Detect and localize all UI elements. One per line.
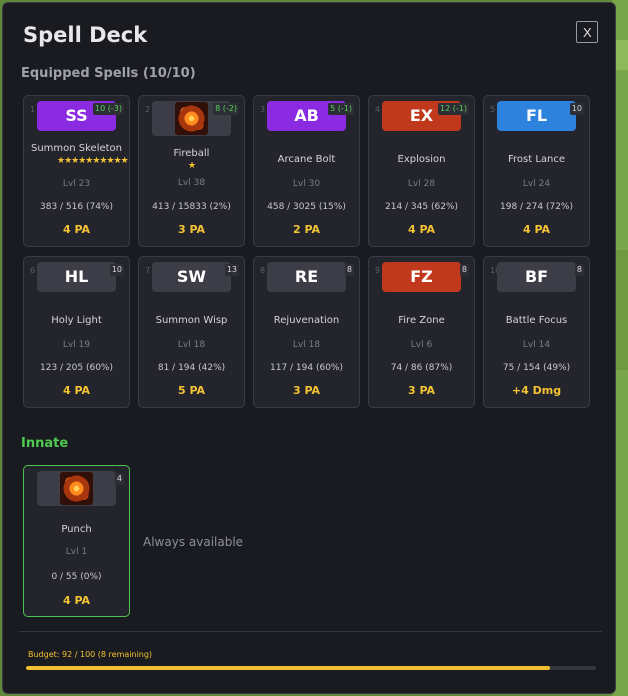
spell-card-explosion[interactable]: 4 EX 12 (-1) Explosion Lvl 28 214 / 345 (62%)… — [368, 95, 475, 247]
fireball-icon-art — [175, 102, 208, 135]
spell-xp: 198 / 274 (72%) — [500, 202, 573, 212]
spell-pa: 4 PA — [62, 223, 91, 236]
spell-level: Lvl 18 — [177, 340, 206, 350]
spell-icon-bf: BF — [497, 262, 576, 292]
spell-xp: 117 / 194 (60%) — [270, 363, 343, 373]
spell-name: Holy Light — [51, 315, 102, 326]
spell-name: Fire Zone — [398, 315, 445, 326]
spell-icon-fl: FL — [497, 101, 576, 131]
spell-xp: 214 / 345 (62%) — [385, 202, 458, 212]
spell-level: Lvl 1 — [65, 547, 88, 557]
cost-badge: 8 — [344, 264, 354, 276]
cost-badge: 10 — [109, 264, 124, 276]
punch-icon-art — [60, 472, 93, 505]
spell-icon-sw: SW — [152, 262, 231, 292]
cost-badge: 13 — [224, 264, 239, 276]
cost-badge: 12 (-1) — [438, 103, 469, 115]
innate-heading: Innate — [21, 436, 69, 451]
spell-xp: 413 / 15833 (2%) — [152, 202, 231, 212]
budget-bar — [26, 666, 596, 670]
spell-level: Lvl 14 — [522, 340, 551, 350]
cost-badge: 8 — [574, 264, 584, 276]
cost-badge: 10 — [569, 103, 584, 115]
spell-name: Summon Wisp — [155, 315, 228, 326]
cost-badge: 4 — [114, 473, 124, 485]
spell-pa: 4 PA — [62, 594, 91, 607]
slot-number: 4 — [375, 105, 381, 114]
spell-xp: 0 / 55 (0%) — [51, 572, 102, 582]
cost-badge: 5 (-1) — [328, 103, 354, 115]
spell-name: Arcane Bolt — [277, 154, 336, 165]
spell-card-fireball[interactable]: 2 8 (-2) Fireball ★ Lvl 38 413 / 15833 (2%) 3 … — [138, 95, 245, 247]
spell-icon-hl: HL — [37, 262, 116, 292]
spell-pa: 3 PA — [407, 384, 436, 397]
punch-icon — [37, 471, 116, 506]
spell-level: Lvl 19 — [62, 340, 91, 350]
spell-level: Lvl 18 — [292, 340, 321, 350]
spell-card-fire-zone[interactable]: 9 FZ 8 Fire Zone Lvl 6 74 / 86 (87%) 3 PA — [368, 256, 475, 408]
slot-number: 2 — [145, 105, 151, 114]
close-button[interactable]: X — [576, 21, 598, 43]
background-grass — [614, 40, 628, 70]
spell-name: Explosion — [397, 154, 446, 165]
slot-number: 3 — [260, 105, 266, 114]
spell-name: Rejuvenation — [273, 315, 340, 326]
spell-card-punch[interactable]: 4 Punch Lvl 1 0 / 55 (0%) 4 PA — [23, 465, 130, 617]
cost-badge: 8 (-2) — [213, 103, 239, 115]
spell-pa: 2 PA — [292, 223, 321, 236]
slot-number: 7 — [145, 266, 151, 275]
dialog-title: Spell Deck — [23, 23, 148, 47]
spell-xp: 458 / 3025 (15%) — [267, 202, 346, 212]
slot-number: 1 — [30, 105, 36, 114]
spell-name: Punch — [61, 524, 92, 535]
spell-xp: 74 / 86 (87%) — [390, 363, 453, 373]
slot-number: 8 — [260, 266, 266, 275]
spell-card-frost-lance[interactable]: 5 FL 10 Frost Lance Lvl 24 198 / 274 (72%) 4 P… — [483, 95, 590, 247]
spell-card-rejuvenation[interactable]: 8 RE 8 Rejuvenation Lvl 18 117 / 194 (60%) 3 P… — [253, 256, 360, 408]
spell-xp: 383 / 516 (74%) — [40, 202, 113, 212]
spell-pa: 5 PA — [177, 384, 206, 397]
spell-name: Fireball — [173, 148, 210, 159]
spell-level: Lvl 23 — [62, 179, 91, 189]
rank-stars: ★★★★★★★★★★ — [57, 156, 129, 166]
spell-level: Lvl 28 — [407, 179, 436, 189]
spell-level: Lvl 24 — [522, 179, 551, 189]
spell-card-summon-wisp[interactable]: 7 SW 13 Summon Wisp Lvl 18 81 / 194 (42%) 5 PA — [138, 256, 245, 408]
spell-level: Lvl 30 — [292, 179, 321, 189]
spell-name: Summon Skeleton — [30, 143, 123, 154]
rank-stars: ★ — [187, 161, 196, 171]
slot-number: 9 — [375, 266, 381, 275]
budget-label: Budget: 92 / 100 (8 remaining) — [28, 650, 153, 659]
divider — [19, 631, 602, 632]
spell-xp: 81 / 194 (42%) — [157, 363, 226, 373]
spell-pa: 4 PA — [62, 384, 91, 397]
spell-card-holy-light[interactable]: 6 HL 10 Holy Light Lvl 19 123 / 205 (60%) 4 PA — [23, 256, 130, 408]
spell-card-arcane-bolt[interactable]: 3 AB 5 (-1) Arcane Bolt Lvl 30 458 / 3025 (15… — [253, 95, 360, 247]
budget-bar-fill — [26, 666, 551, 670]
spell-icon-fz: FZ — [382, 262, 461, 292]
spell-pa: 3 PA — [292, 384, 321, 397]
cost-badge: 8 — [459, 264, 469, 276]
spell-level: Lvl 6 — [410, 340, 433, 350]
slot-number: 5 — [490, 105, 496, 114]
spell-card-summon-skeleton[interactable]: 1 SS 10 (-3) Summon Skeleton ★★★★★★★★★★ Lvl 2… — [23, 95, 130, 247]
spell-icon-re: RE — [267, 262, 346, 292]
spell-pa: 4 PA — [407, 223, 436, 236]
cost-badge: 10 (-3) — [93, 103, 124, 115]
spell-xp: 75 / 154 (49%) — [502, 363, 571, 373]
spell-card-battle-focus[interactable]: 10 BF 8 Battle Focus Lvl 14 75 / 154 (49%) +4 … — [483, 256, 590, 408]
spell-name: Battle Focus — [505, 315, 568, 326]
slot-number: 6 — [30, 266, 36, 275]
spell-level: Lvl 38 — [177, 178, 206, 188]
always-available-note: Always available — [143, 535, 244, 549]
spell-xp: 123 / 205 (60%) — [40, 363, 113, 373]
equipped-spells-heading: Equipped Spells (10/10) — [21, 66, 196, 81]
spell-name: Frost Lance — [507, 154, 566, 165]
spell-pa: +4 Dmg — [511, 384, 562, 397]
spell-pa: 4 PA — [522, 223, 551, 236]
spell-pa: 3 PA — [177, 223, 206, 236]
